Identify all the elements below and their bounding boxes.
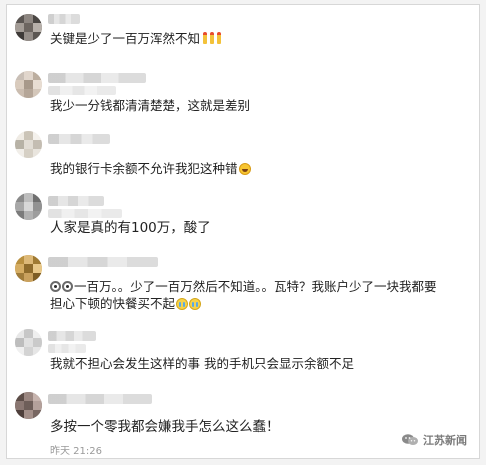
comment-text-line1: 一百万。。少了一百万然后不知道。。瓦特？我账户少了一块我都要 bbox=[74, 279, 437, 294]
comment-text: 一百万。。少了一百万然后不知道。。瓦特？我账户少了一块我都要 bbox=[50, 278, 459, 295]
watermark-text: 江苏新闻 bbox=[423, 434, 467, 447]
shocked-eyes-emoji-icon bbox=[50, 281, 61, 292]
comment-text: 我少一分钱都清清楚楚，这就是差别 bbox=[50, 98, 251, 113]
comment-text: 多按一个零我都会嫌我手怎么这么蠢！ bbox=[50, 419, 280, 435]
comment-text-continued: 担心下顿的快餐买不起 bbox=[50, 295, 459, 312]
avatar[interactable] bbox=[15, 329, 42, 356]
comment-text: 关键是少了一百万浑然不知 bbox=[50, 30, 459, 47]
username-blurred[interactable] bbox=[48, 73, 146, 83]
comment-text-line2: 担心下顿的快餐买不起 bbox=[50, 296, 176, 311]
comment-list: 关键是少了一百万浑然不知 我少一分钱都清清楚楚，这就是差别 我的银行卡余额不允许… bbox=[6, 4, 480, 459]
shocked-eyes-emoji-icon bbox=[62, 281, 73, 292]
avatar[interactable] bbox=[15, 193, 42, 220]
avatar[interactable] bbox=[15, 131, 42, 158]
comment-text: 我就不担心会发生这样的事 我的手机只会显示余额不足 bbox=[50, 356, 354, 371]
comment-text-content: 关键是少了一百万浑然不知 bbox=[50, 31, 201, 46]
comment-timestamp: 昨天 21:26 bbox=[50, 446, 102, 457]
username-blurred[interactable] bbox=[48, 14, 80, 24]
crying-emoji-icon bbox=[189, 298, 202, 310]
username-blurred[interactable] bbox=[48, 257, 158, 267]
username-subtitle-blurred bbox=[48, 344, 86, 353]
username-blurred[interactable] bbox=[48, 196, 104, 206]
crying-emoji-icon bbox=[176, 298, 189, 310]
candle-emoji-icon bbox=[210, 32, 215, 44]
username-blurred[interactable] bbox=[48, 394, 152, 404]
candle-emoji-icon bbox=[203, 32, 208, 44]
comment-text: 人家是真的有100万，酸了 bbox=[50, 220, 211, 236]
candle-emoji-icon bbox=[217, 32, 222, 44]
wechat-icon bbox=[401, 433, 419, 447]
avatar[interactable] bbox=[15, 255, 42, 282]
comment-text: 我的银行卡余额不允许我犯这种错 bbox=[50, 160, 459, 177]
source-watermark: 江苏新闻 bbox=[401, 432, 467, 448]
avatar[interactable] bbox=[15, 14, 42, 41]
avatar[interactable] bbox=[15, 392, 42, 419]
avatar[interactable] bbox=[15, 71, 42, 98]
laugh-cry-emoji-icon bbox=[238, 163, 251, 175]
comment-text-content: 我的银行卡余额不允许我犯这种错 bbox=[50, 161, 238, 176]
username-subtitle-blurred bbox=[48, 209, 122, 218]
username-blurred[interactable] bbox=[48, 134, 110, 144]
username-blurred[interactable] bbox=[48, 331, 96, 341]
username-subtitle-blurred bbox=[48, 86, 116, 95]
